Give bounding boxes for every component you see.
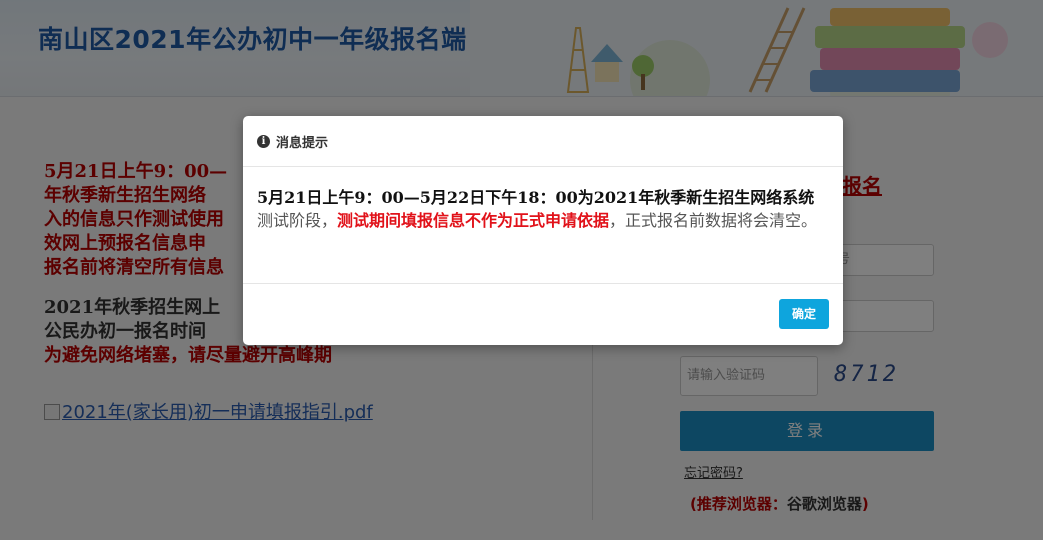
dialog-title: 消息提示 [276, 135, 329, 151]
message-dialog: i 消息提示 5月21日上午9：00—5月22日下午18：00为2021年秋季新… [243, 116, 843, 345]
dialog-header: i 消息提示 [243, 116, 843, 167]
dialog-text-warning: 测试期间填报信息不作为正式申请依据 [337, 211, 610, 230]
dialog-text-phase: 测试阶段， [257, 211, 338, 230]
dialog-text-clear: ，正式报名前数据将会清空。 [609, 211, 818, 230]
dialog-footer: 确定 [243, 284, 843, 344]
dialog-text-dates: 5月21日上午9：00—5月22日下午18：00为2021年秋季新生招生网络系统 [257, 188, 815, 207]
info-icon: i [257, 134, 270, 148]
confirm-button[interactable]: 确定 [779, 299, 829, 329]
dialog-body: 5月21日上午9：00—5月22日下午18：00为2021年秋季新生招生网络系统… [243, 167, 843, 284]
